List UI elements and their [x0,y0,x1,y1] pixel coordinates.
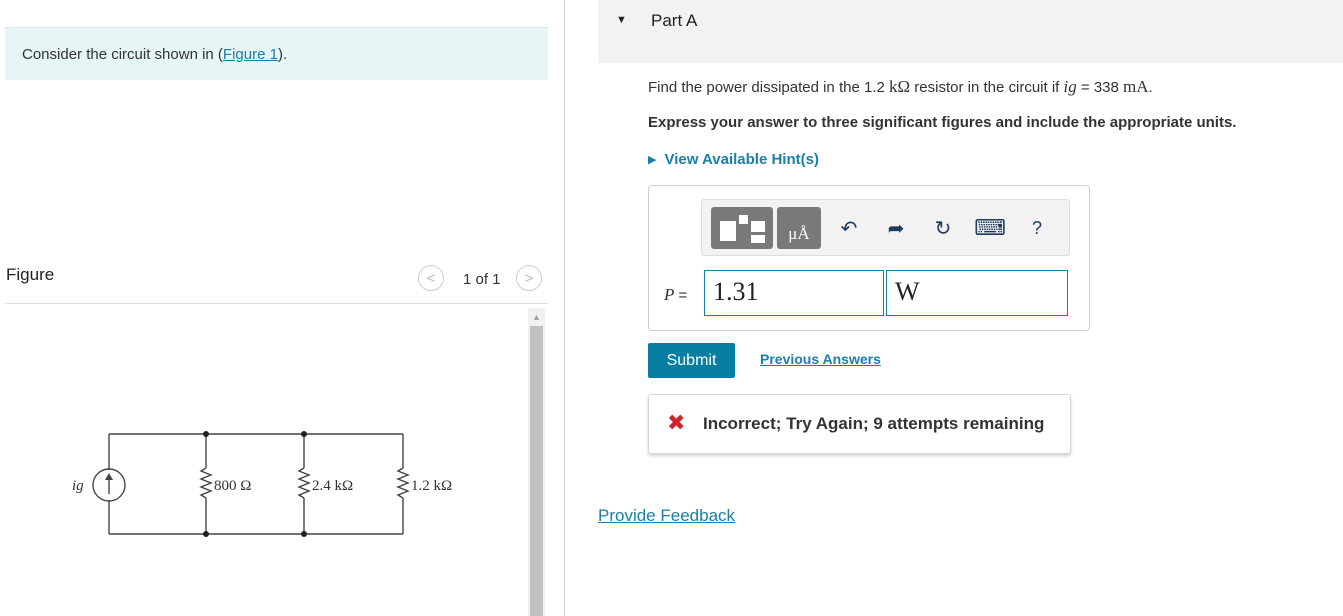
question-end: . [1148,79,1153,96]
figure-divider [5,303,548,304]
resistor-label-1: 800 Ω [214,478,251,494]
feedback-message: Incorrect; Try Again; 9 attempts remaini… [703,414,1045,433]
unit-input[interactable]: W [886,270,1068,316]
keyboard-icon[interactable]: ⌨ [974,214,1006,242]
intro-suffix: ). [277,46,288,63]
undo-icon[interactable]: ↶ [835,214,863,242]
question-eq: = 338 [1076,79,1124,96]
incorrect-x-icon: ✖ [667,410,686,435]
scroll-up-icon[interactable]: ▲ [528,308,545,325]
collapse-caret-icon[interactable]: ▼ [616,14,627,26]
resistor-2-4k-symbol [297,467,311,499]
hint-label: View Available Hint(s) [664,151,819,168]
template-block-icon [720,221,736,241]
redo-icon[interactable]: ➦ [882,214,910,242]
scroll-thumb[interactable] [530,326,543,616]
instruction-text: Express your answer to three significant… [648,114,1237,131]
view-hints-link[interactable]: ▶ View Available Hint(s) [648,151,819,168]
part-a-header[interactable]: ▼ Part A [598,0,1343,63]
figure-scrollbar[interactable]: ▲ [528,308,545,616]
templates-button[interactable] [711,207,773,249]
node-dot [301,431,307,437]
answer-equals: = [674,287,688,304]
value-input[interactable]: 1.31 [704,270,884,316]
resistor-label-3: 1.2 kΩ [411,478,452,494]
expand-triangle-icon: ▶ [648,154,657,166]
template-block-icon [751,221,765,232]
prev-figure-button[interactable]: < [418,265,444,291]
question-pre: Find the power dissipated in the 1.2 [648,79,889,96]
help-icon[interactable]: ? [1023,214,1051,242]
template-block-icon [751,235,765,243]
intro-prefix: Consider the circuit shown in ( [22,46,223,63]
resistor-1-2k-symbol [396,467,410,499]
intro-text: Consider the circuit shown in (Figure 1)… [22,46,287,63]
part-a-title: Part A [651,11,698,30]
next-figure-button[interactable]: > [516,265,542,291]
units-button[interactable]: μÅ [777,207,821,249]
figure-link[interactable]: Figure 1 [223,46,278,63]
resistor-label-2: 2.4 kΩ [312,478,353,494]
node-dot [301,531,307,537]
question-var: ig [1063,77,1077,96]
feedback-box: ✖ Incorrect; Try Again; 9 attempts remai… [648,394,1071,454]
figure-page-count: 1 of 1 [463,271,501,288]
previous-answers-link[interactable]: Previous Answers [760,351,881,367]
question-unit: kΩ [888,77,911,96]
question-text: Find the power dissipated in the 1.2 kΩ … [648,77,1153,97]
submit-button[interactable]: Submit [648,343,735,378]
provide-feedback-link[interactable]: Provide Feedback [598,506,735,526]
reset-icon[interactable]: ↻ [929,214,957,242]
circuit-diagram: ig 800 Ω 2.4 kΩ 1.2 kΩ [72,431,452,537]
arrow-up-icon [105,473,113,480]
resistor-800-symbol [199,467,213,499]
answer-label: P = [664,285,687,305]
question-mid: resistor in the circuit if [910,79,1064,96]
answer-box: μÅ ↶ ➦ ↻ ⌨ ? P = 1.31 W [648,185,1090,331]
answer-variable: P [664,285,675,304]
math-toolbar: μÅ ↶ ➦ ↻ ⌨ ? [701,199,1070,256]
intro-box: Consider the circuit shown in (Figure 1)… [5,27,548,80]
panel-divider [564,0,565,616]
node-dot [203,431,209,437]
template-block-icon [739,215,748,224]
source-label: ig [72,478,84,494]
node-dot [203,531,209,537]
figure-label: Figure [6,265,55,284]
question-val-unit: mA [1123,77,1149,96]
